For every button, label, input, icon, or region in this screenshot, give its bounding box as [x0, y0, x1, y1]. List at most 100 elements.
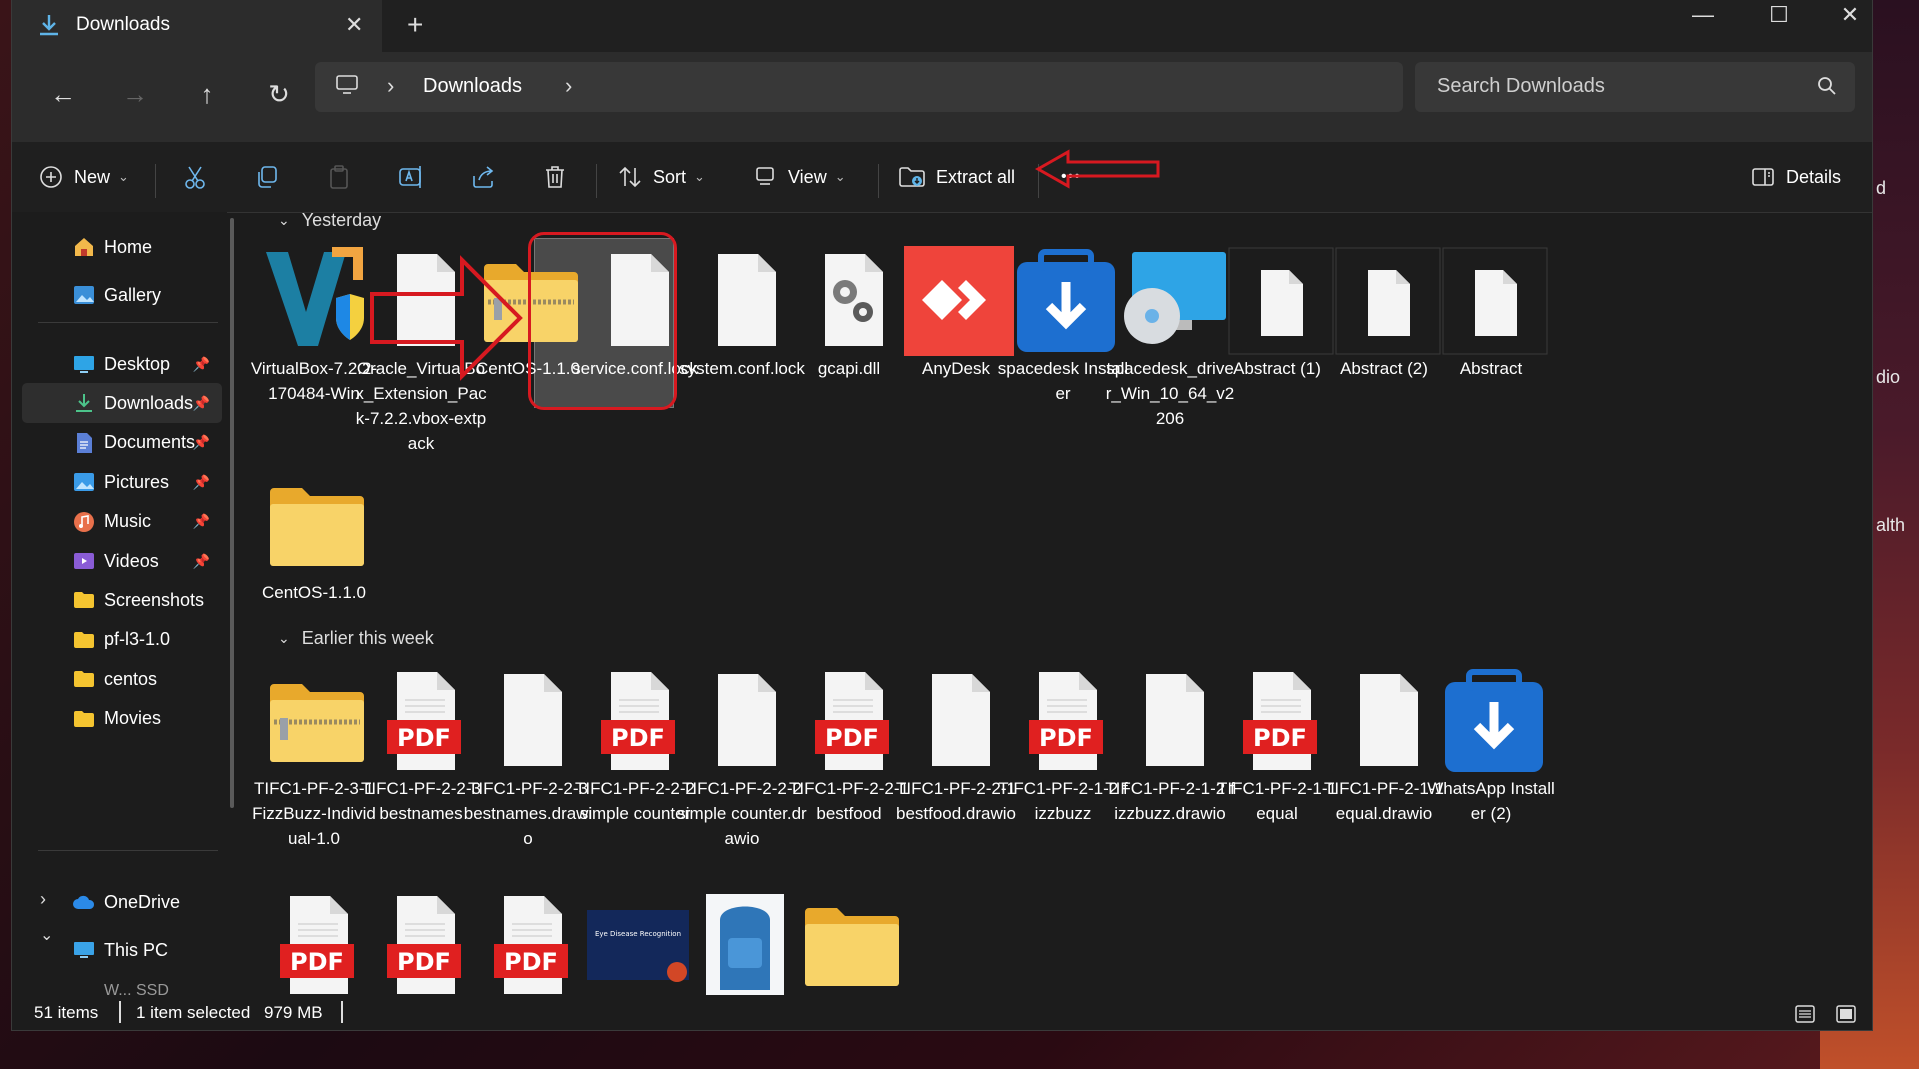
close-window-button[interactable]: ✕	[1832, 2, 1868, 28]
navigation-pane: Home Gallery Desktop 📌 Downloads 📌 Documents…	[12, 212, 227, 1002]
chevron-down-icon: ⌄	[278, 211, 290, 228]
maximize-button[interactable]: ☐	[1761, 2, 1797, 28]
file-item[interactable]: PDF TIFC1-PF-2-2-2 simple counter	[573, 666, 695, 896]
sidebar-item-documents[interactable]: Documents 📌	[22, 423, 222, 463]
pin-icon[interactable]: 📌	[193, 395, 210, 412]
status-bar: 51 items 1 item selected 979 MB	[12, 995, 1872, 1030]
delete-button[interactable]	[542, 162, 568, 192]
tab-close-icon[interactable]: ✕	[345, 12, 363, 38]
search-input[interactable]: Search Downloads	[1415, 62, 1855, 112]
divider	[38, 850, 218, 851]
sidebar-item-this-pc[interactable]: This PC	[22, 930, 222, 970]
sidebar-item-onedrive[interactable]: OneDrive	[22, 882, 222, 922]
file-item[interactable]: Abstract	[1429, 246, 1549, 476]
selection-count: 1 item selected	[136, 1003, 251, 1022]
file-item[interactable]: TIFC1-PF-2-2-1 bestfood.drawio	[894, 666, 1016, 896]
share-button[interactable]	[470, 162, 496, 192]
svg-text:PDF: PDF	[1253, 724, 1307, 752]
downloads-icon	[76, 394, 92, 413]
file-item[interactable]: AnyDesk	[894, 246, 1014, 476]
sidebar-item-screenshots[interactable]: Screenshots	[22, 580, 222, 620]
chevron-down-icon: ⌄	[834, 169, 846, 184]
sidebar-item-pf-l3-1-0[interactable]: pf-l3-1.0	[22, 620, 222, 660]
pdf-icon: PDF	[369, 890, 479, 1000]
paste-button[interactable]	[326, 162, 352, 192]
forward-button[interactable]: →	[115, 74, 155, 114]
separator	[341, 1001, 343, 1023]
chevron-right-icon[interactable]: ›	[387, 73, 394, 99]
sidebar-item-movies[interactable]: Movies	[22, 699, 222, 739]
blank-icon	[1118, 666, 1228, 776]
file-item[interactable]: TIFC1-PF-2-2-2 simple counter.drawio	[677, 666, 807, 896]
chevron-right-icon[interactable]: ›	[565, 73, 572, 99]
file-item[interactable]: TIFC1-PF-2-1-1 equal.drawio	[1322, 666, 1444, 896]
details-view-icon[interactable]	[1794, 1003, 1816, 1025]
group-header-yesterday[interactable]: ⌄ Yesterday	[278, 210, 381, 230]
sidebar-item-centos[interactable]: centos	[22, 659, 222, 699]
new-button[interactable]: New ⌄	[38, 162, 129, 192]
disk-icon	[1118, 246, 1228, 356]
copy-button[interactable]	[254, 162, 280, 192]
title-bar: Downloads ✕ + — ☐ ✕	[12, 0, 1872, 52]
file-item[interactable]: TIFC1-PF-2-2-3 bestnames.drawio	[464, 666, 592, 896]
extract-all-button[interactable]: Extract all	[898, 162, 1015, 192]
file-item[interactable]: VirtualBox-7.2.2-170484-Win	[251, 246, 377, 476]
sidebar-label: Pictures	[104, 471, 170, 492]
file-item[interactable]: Abstract (2)	[1322, 246, 1442, 476]
photo-icon	[690, 890, 800, 1000]
breadcrumb-downloads[interactable]: Downloads	[423, 75, 522, 98]
pin-icon[interactable]: 📌	[193, 434, 210, 451]
pptx-thumb-icon: Eye Disease Recognition	[583, 890, 693, 1000]
file-item[interactable]: PDF TIFC1-PF-2-1-2 fizzbuzz	[998, 666, 1128, 896]
download-icon	[40, 15, 58, 36]
address-bar[interactable]: › Downloads ›	[315, 62, 1403, 112]
view-button[interactable]: View ⌄	[752, 162, 846, 192]
pin-icon[interactable]: 📌	[193, 356, 210, 373]
file-item[interactable]: PDF TIFC1-PF-2-1-1 equal	[1215, 666, 1337, 896]
sidebar-item-home[interactable]: Home	[22, 227, 222, 267]
file-item[interactable]: gcapi.dll	[787, 246, 907, 476]
pin-icon[interactable]: 📌	[193, 513, 210, 530]
sidebar-scrollbar[interactable]	[230, 218, 234, 808]
blank-icon	[690, 246, 800, 356]
tab-downloads[interactable]: Downloads ✕	[12, 0, 382, 52]
rename-button[interactable]	[398, 162, 426, 192]
file-item[interactable]: TIFC1-PF-2-3-1 FizzBuzz-Individual-1.0	[252, 666, 376, 896]
sidebar-label: OneDrive	[104, 891, 181, 912]
minimize-button[interactable]: —	[1685, 2, 1721, 28]
details-pane-button[interactable]: Details	[1750, 162, 1841, 192]
file-item[interactable]: WhatsApp Installer (2)	[1427, 666, 1555, 896]
sidebar-item-music[interactable]: Music 📌	[22, 502, 222, 542]
refresh-button[interactable]: ↻	[259, 74, 299, 114]
back-button[interactable]: ←	[43, 74, 83, 114]
sort-icon	[619, 166, 641, 188]
sort-button[interactable]: Sort ⌄	[617, 162, 705, 192]
file-item[interactable]: PDF TIFC1-PF-2-2-3 bestnames	[359, 666, 481, 896]
up-button[interactable]: ↑	[187, 74, 227, 114]
file-item[interactable]: PDF TIFC1-PF-2-2-1 bestfood	[787, 666, 909, 896]
separator	[155, 164, 156, 198]
sidebar-label: Screenshots	[104, 589, 205, 610]
content-scrollbar[interactable]	[1872, 220, 1873, 590]
sidebar-item-pictures[interactable]: Pictures 📌	[22, 462, 222, 502]
sidebar-item-desktop[interactable]: Desktop 📌	[22, 344, 222, 384]
address-row: ← → ↑ ↻ › Downloads › Search Downloads	[12, 52, 1872, 142]
zip-icon	[262, 666, 372, 776]
sidebar-item-gallery[interactable]: Gallery	[22, 275, 222, 315]
sidebar-item-downloads[interactable]: Downloads 📌	[22, 383, 222, 424]
large-icons-view-icon[interactable]	[1835, 1003, 1857, 1025]
sidebar-item-videos[interactable]: Videos 📌	[22, 541, 222, 581]
sidebar-label: pf-l3-1.0	[104, 629, 171, 650]
cut-button[interactable]	[182, 162, 208, 192]
file-item[interactable]: system.conf.lock	[679, 246, 805, 476]
file-item[interactable]: TIFC1-PF-2-1-2 fizzbuzz.drawio	[1105, 666, 1235, 896]
file-item[interactable]: Abstract (1)	[1215, 246, 1335, 476]
new-tab-button[interactable]: +	[407, 9, 423, 41]
share-icon	[473, 166, 494, 188]
file-item[interactable]: spacedesk_driver_Win_10_64_v2206	[1106, 246, 1234, 476]
computer-icon	[74, 942, 94, 958]
pin-icon[interactable]: 📌	[193, 553, 210, 570]
file-item[interactable]: spacedesk Installer	[998, 246, 1128, 476]
pin-icon[interactable]: 📌	[193, 474, 210, 491]
selection-size: 979 MB	[264, 1003, 323, 1022]
